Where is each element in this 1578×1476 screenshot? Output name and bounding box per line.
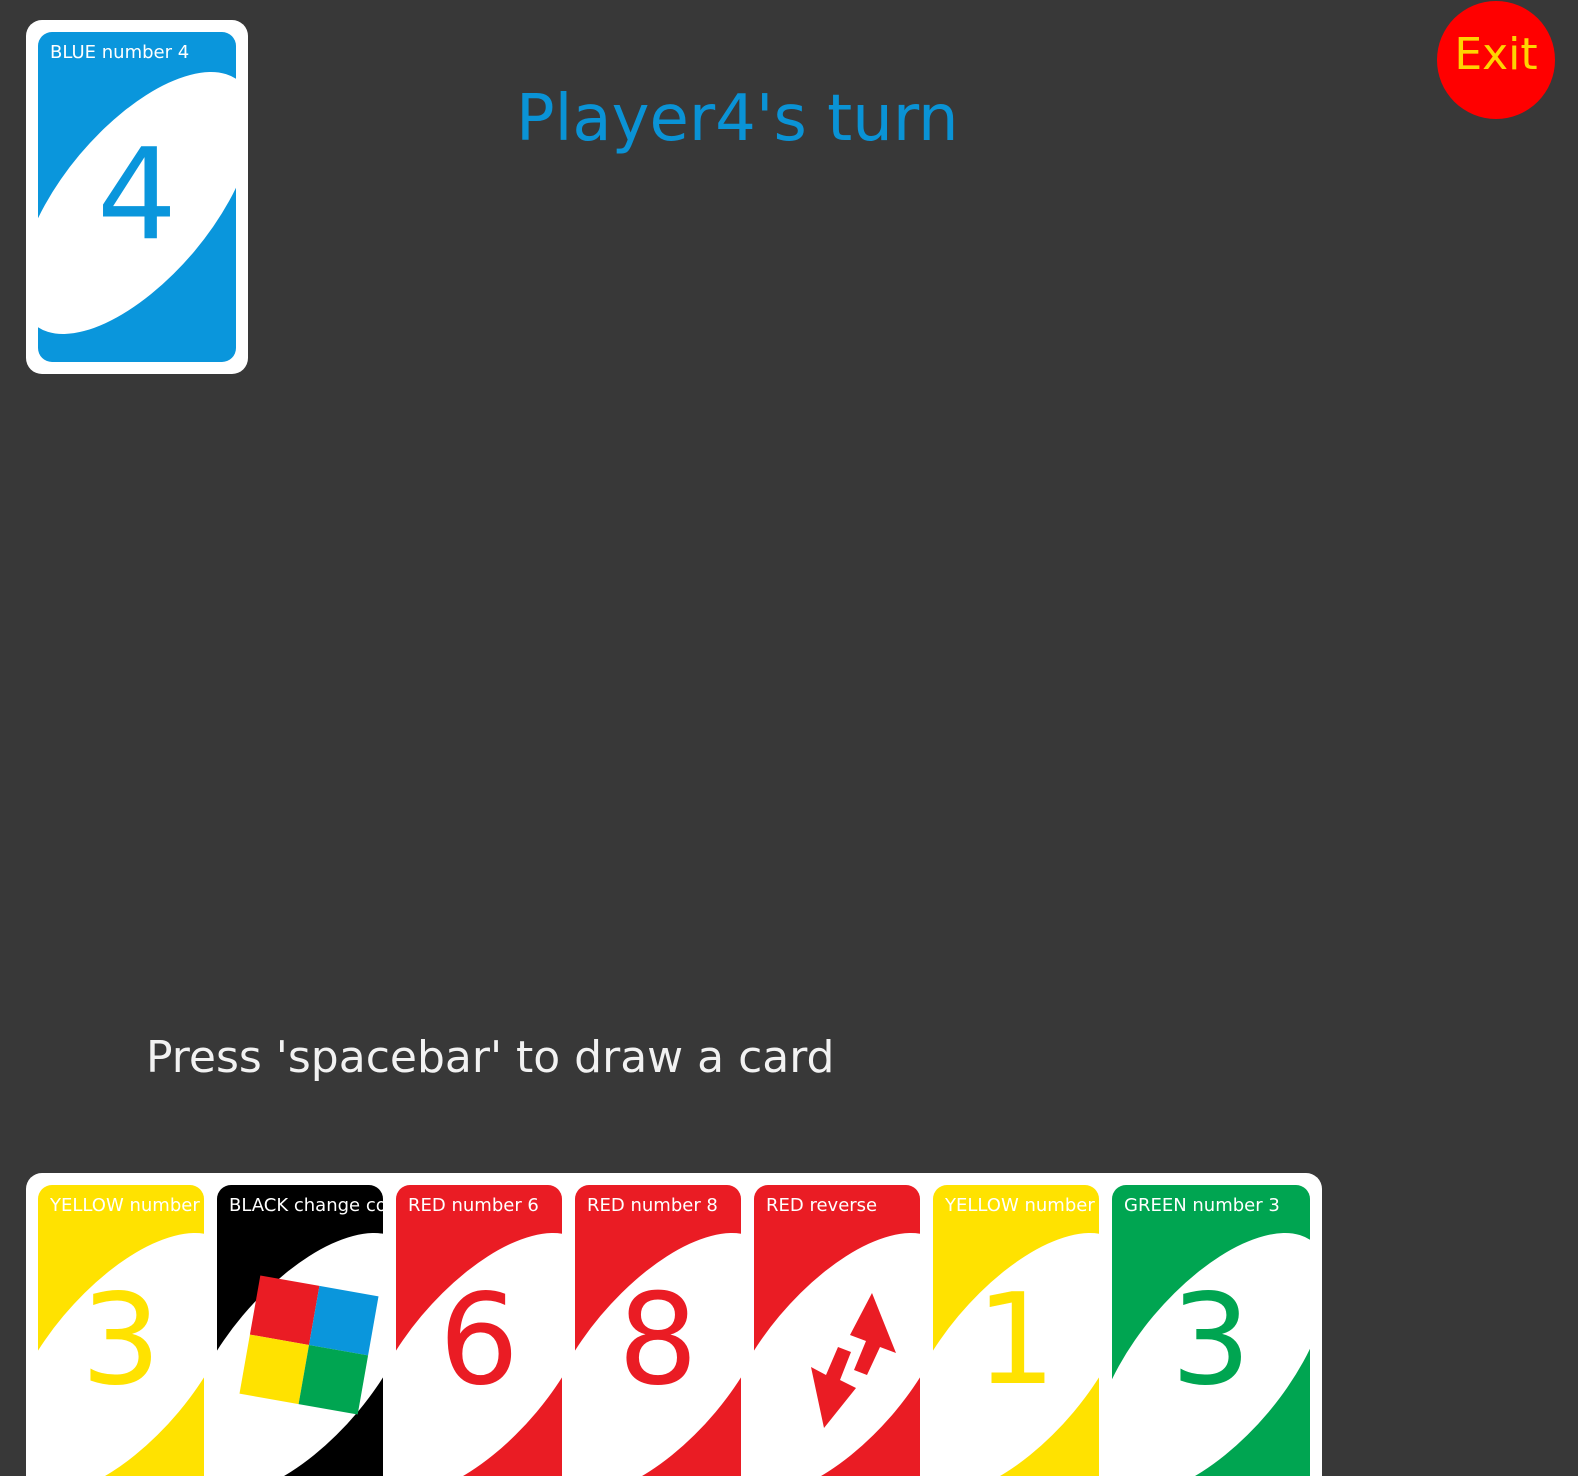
turn-indicator: Player4's turn — [516, 82, 959, 156]
card-label: RED number 8 — [587, 1195, 718, 1216]
card-label: GREEN number 3 — [1124, 1195, 1280, 1216]
hand-card-red-reverse[interactable]: RED reverse — [754, 1185, 920, 1476]
color-wheel-icon — [239, 1275, 379, 1415]
card-number: 1 — [975, 1266, 1057, 1413]
hand-card-yellow-3[interactable]: YELLOW number 3 3 — [38, 1185, 204, 1476]
card-number: 8 — [617, 1266, 699, 1413]
hand-card-yellow-1[interactable]: YELLOW number 1 1 — [933, 1185, 1099, 1476]
card-label: RED number 6 — [408, 1195, 539, 1216]
card-number: 4 — [96, 121, 178, 268]
blue-quadrant — [309, 1285, 379, 1356]
hand-card-wild-change-color[interactable]: BLACK change color — [217, 1185, 383, 1476]
hand-card-red-8[interactable]: RED number 8 8 — [575, 1185, 741, 1476]
player-hand: YELLOW number 3 3 BLACK change color RED… — [26, 1173, 1322, 1476]
card-label: YELLOW number 3 — [50, 1195, 204, 1216]
discard-pile-top-card: BLUE number 4 4 — [26, 20, 248, 374]
green-quadrant — [298, 1345, 369, 1415]
hand-card-green-3[interactable]: GREEN number 3 3 — [1112, 1185, 1310, 1476]
exit-button[interactable]: Exit — [1437, 1, 1555, 119]
red-quadrant — [249, 1275, 320, 1345]
card-number: 3 — [1170, 1266, 1252, 1413]
draw-instruction: Press 'spacebar' to draw a card — [146, 1032, 835, 1083]
card-label: YELLOW number 1 — [945, 1195, 1099, 1216]
card-face: BLUE number 4 4 — [38, 32, 236, 362]
reverse-arrows-icon — [811, 1293, 896, 1428]
hand-card-red-6[interactable]: RED number 6 6 — [396, 1185, 562, 1476]
card-number: 6 — [438, 1266, 520, 1413]
card-label: BLACK change color — [229, 1195, 383, 1216]
card-number: 3 — [80, 1266, 162, 1413]
yellow-quadrant — [239, 1334, 309, 1405]
card-label: BLUE number 4 — [50, 42, 190, 63]
card-label: RED reverse — [766, 1195, 878, 1216]
